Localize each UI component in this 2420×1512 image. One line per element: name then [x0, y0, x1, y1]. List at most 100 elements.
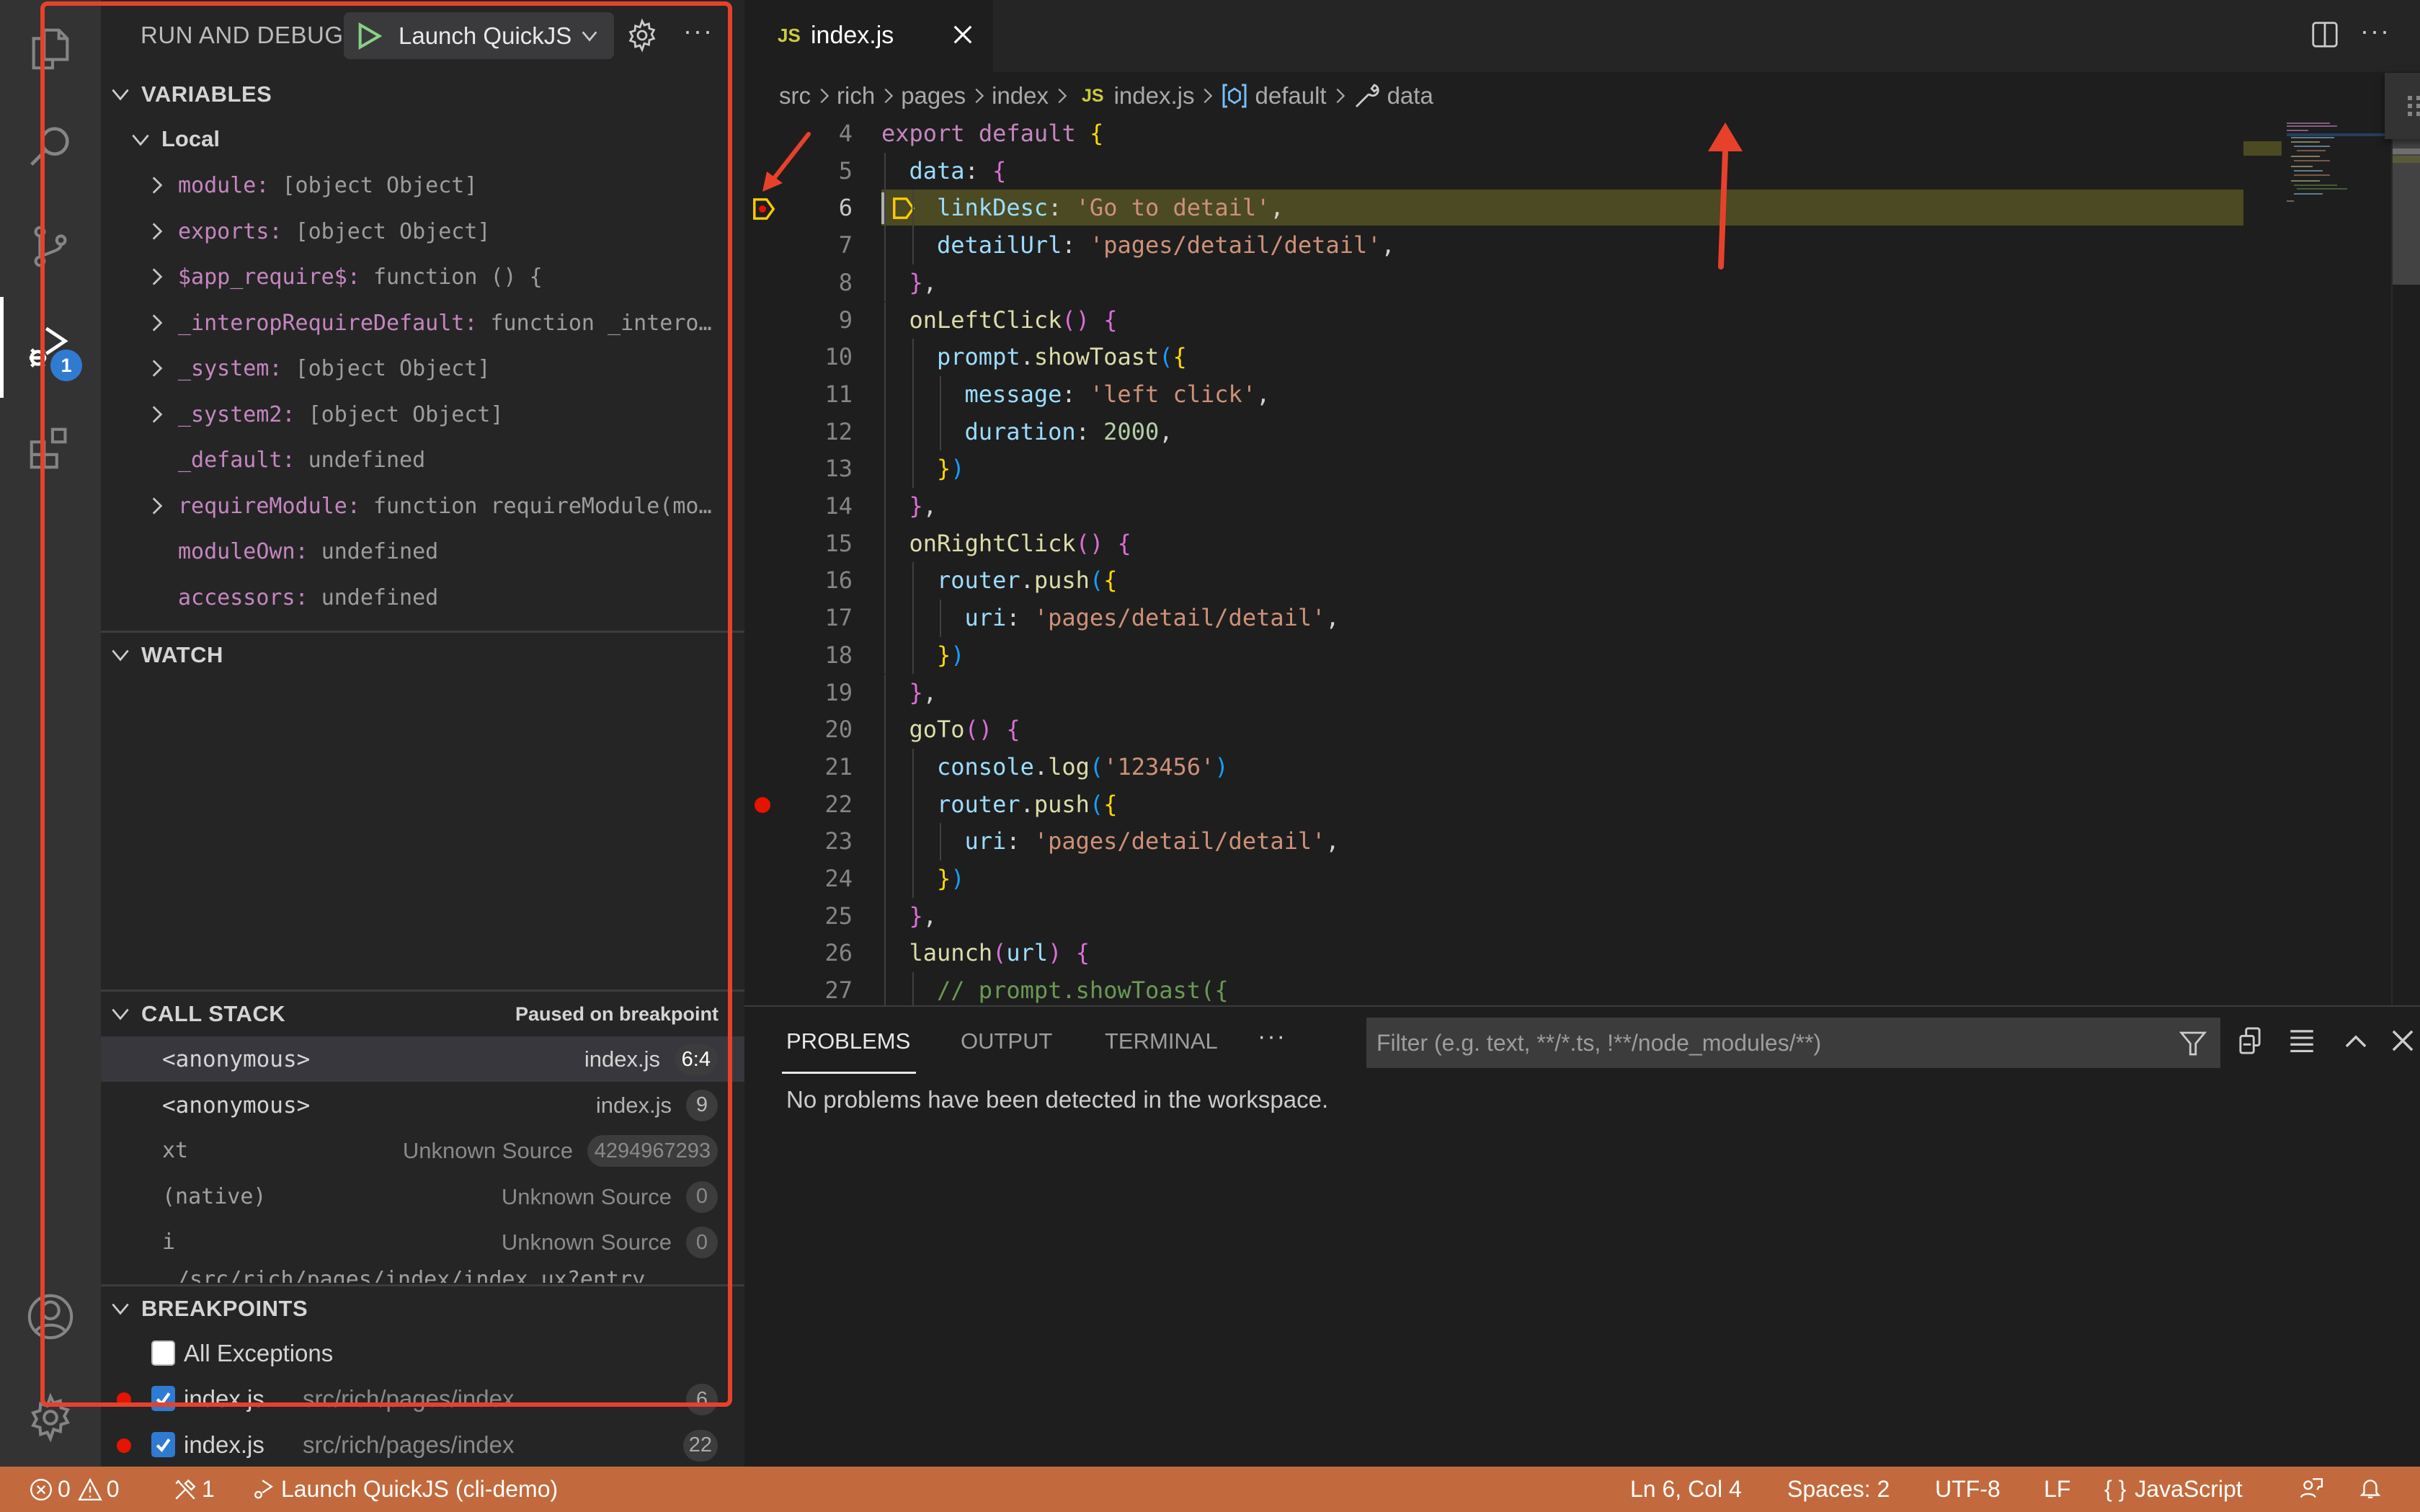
call-stack-frame[interactable]: <anonymous> 9 index.js — [101, 1082, 744, 1128]
accounts-button[interactable] — [20, 1286, 81, 1347]
debug-session-status[interactable]: Launch QuickJS (cli-demo) — [252, 1476, 558, 1503]
close-icon[interactable] — [950, 22, 976, 48]
feedback-button[interactable] — [2299, 1476, 2328, 1500]
code-line[interactable]: 18}) — [744, 636, 2243, 675]
call-stack-frame[interactable]: i 0 Unknown Source — [101, 1219, 744, 1265]
call-stack-frame-clipped[interactable]: /src/rich/pages/index/index.ux?entry — [177, 1267, 645, 1283]
extensions-button[interactable] — [20, 418, 81, 479]
editor-more-actions-icon[interactable]: ··· — [2360, 16, 2390, 46]
code-line[interactable]: 11 message: 'left click', — [744, 375, 2243, 414]
code-line[interactable]: 6 linkDesc: 'Go to detail', — [744, 190, 2243, 228]
watch-section-header[interactable]: WATCH — [101, 633, 744, 677]
code-line[interactable]: 10 prompt.showToast({ — [744, 339, 2243, 376]
chevron-right-icon[interactable] — [144, 494, 169, 518]
breakpoint-item[interactable]: index.js src/rich/pages/index 22 — [101, 1423, 744, 1467]
encoding-status[interactable]: UTF-8 — [1935, 1476, 2001, 1503]
all-exceptions-checkbox[interactable] — [151, 1340, 175, 1366]
close-panel-icon[interactable] — [2388, 1026, 2418, 1056]
chevron-right-icon[interactable] — [144, 219, 169, 244]
eol-status[interactable]: LF — [2044, 1476, 2070, 1503]
code-line[interactable]: 8}, — [744, 264, 2243, 302]
chevron-right-icon[interactable] — [144, 402, 169, 427]
code-line[interactable]: 17 uri: 'pages/detail/detail', — [744, 600, 2243, 637]
code-line[interactable]: 14}, — [744, 488, 2243, 525]
source-control-button[interactable] — [20, 216, 81, 277]
minimap[interactable] — [2243, 115, 2420, 1005]
breakpoint-icon[interactable] — [755, 796, 770, 813]
code-line[interactable]: 16 router.push({ — [744, 562, 2243, 600]
breadcrumb-item[interactable]: src — [779, 82, 811, 110]
call-stack-frame[interactable]: (native) 0 Unknown Source — [101, 1174, 744, 1219]
code-line[interactable]: 15 onRightClick() { — [744, 525, 2243, 563]
scope-local[interactable]: Local — [101, 117, 744, 163]
explorer-button[interactable] — [20, 19, 81, 79]
code-line[interactable]: 5 data: { — [744, 152, 2243, 190]
variable-row[interactable]: accessors: undefined — [101, 575, 744, 621]
more-actions-icon[interactable]: ··· — [683, 16, 713, 46]
code-line[interactable]: 22 router.push({ — [744, 786, 2243, 824]
panel-more-tabs-icon[interactable]: ··· — [1258, 1023, 1286, 1051]
code-line[interactable]: 19}, — [744, 674, 2243, 712]
code-line[interactable]: 23 uri: 'pages/detail/detail', — [744, 823, 2243, 860]
ports-status[interactable]: 1 — [173, 1476, 215, 1503]
code-line[interactable]: 12 duration: 2000, — [744, 413, 2243, 451]
code-line[interactable]: 7 detailUrl: 'pages/detail/detail', — [744, 227, 2243, 264]
variable-row[interactable]: _interopRequireDefault: function _intero… — [101, 301, 744, 346]
breakpoint-checkbox[interactable] — [151, 1431, 175, 1457]
manage-button[interactable] — [20, 1387, 81, 1448]
call-stack-frame[interactable]: xt 4294967293 Unknown Source — [101, 1128, 744, 1173]
code-line[interactable]: 27 // prompt.showToast({ — [744, 972, 2243, 1005]
variable-row[interactable]: _default: undefined — [101, 437, 744, 483]
breakpoint-all-exceptions[interactable]: All Exceptions — [101, 1331, 744, 1377]
call-stack-section-header[interactable]: CALL STACK Paused on breakpoint — [101, 992, 744, 1036]
collapse-all-icon[interactable] — [2235, 1026, 2265, 1056]
code-line[interactable]: 9 onLeftClick() { — [744, 301, 2243, 339]
notifications-button[interactable] — [2358, 1476, 2387, 1500]
variable-row[interactable]: $app_require$: function () { — [101, 254, 744, 300]
breakpoints-section-header[interactable]: BREAKPOINTS — [101, 1286, 744, 1331]
variable-row[interactable]: _system2: [object Object] — [101, 392, 744, 437]
chevron-right-icon[interactable] — [144, 311, 169, 335]
breadcrumb-item[interactable]: rich — [837, 82, 875, 110]
view-as-list-icon[interactable] — [2287, 1026, 2317, 1056]
breakpoint-checkbox[interactable] — [151, 1386, 175, 1411]
drag-handle-icon[interactable] — [2406, 94, 2420, 117]
split-editor-icon[interactable] — [2310, 20, 2339, 49]
variable-row[interactable]: module: [object Object] — [101, 163, 744, 208]
cursor-position[interactable]: Ln 6, Col 4 — [1630, 1476, 1742, 1503]
breadcrumb-item[interactable]: index.js — [1114, 82, 1195, 110]
breadcrumb-item[interactable]: data — [1387, 82, 1433, 110]
problems-filter-input[interactable] — [1366, 1018, 2159, 1068]
problems-status[interactable]: 0 0 — [29, 1476, 120, 1503]
code-line[interactable]: 21 console.log('123456') — [744, 748, 2243, 786]
maximize-panel-icon[interactable] — [2341, 1026, 2371, 1056]
call-stack-frame[interactable]: <anonymous> 6:4 index.js — [101, 1036, 744, 1082]
chevron-right-icon[interactable] — [144, 173, 169, 197]
code-line[interactable]: 24}) — [744, 860, 2243, 898]
variable-row[interactable]: requireModule: function requireModule(mo… — [101, 484, 744, 529]
code-editor[interactable]: 4 export default {5 data: {6 linkDesc: 'Go … — [744, 115, 2243, 1005]
chevron-right-icon[interactable] — [144, 356, 169, 381]
variable-row[interactable]: moduleOwn: undefined — [101, 529, 744, 574]
start-debugging-icon[interactable] — [357, 22, 383, 50]
code-line[interactable]: 20 goTo() { — [744, 711, 2243, 749]
tab-problems[interactable]: PROBLEMS — [786, 1028, 910, 1054]
breakpoint-current-stackframe-icon[interactable] — [751, 197, 777, 221]
open-launch-json-gear-icon[interactable] — [625, 18, 659, 53]
indentation-status[interactable]: Spaces: 2 — [1787, 1476, 1890, 1503]
code-line[interactable]: 25}, — [744, 897, 2243, 935]
filter-icon[interactable] — [2179, 1029, 2207, 1058]
breadcrumb-item[interactable]: index — [992, 82, 1049, 110]
breadcrumb-item[interactable]: default — [1255, 82, 1326, 110]
search-button[interactable] — [20, 115, 81, 176]
breakpoint-item[interactable]: index.js src/rich/pages/index 6 — [101, 1377, 744, 1422]
tab-terminal[interactable]: TERMINAL — [1105, 1028, 1218, 1054]
chevron-right-icon[interactable] — [144, 264, 169, 289]
code-line[interactable]: 13}) — [744, 450, 2243, 488]
tab-output[interactable]: OUTPUT — [961, 1028, 1052, 1054]
breadcrumb-item[interactable]: pages — [901, 82, 966, 110]
variable-row[interactable]: _system: [object Object] — [101, 346, 744, 391]
tab-index-js[interactable]: JS index.js — [744, 0, 993, 72]
language-mode[interactable]: { } JavaScript — [2104, 1476, 2243, 1503]
variable-row[interactable]: exports: [object Object] — [101, 209, 744, 254]
